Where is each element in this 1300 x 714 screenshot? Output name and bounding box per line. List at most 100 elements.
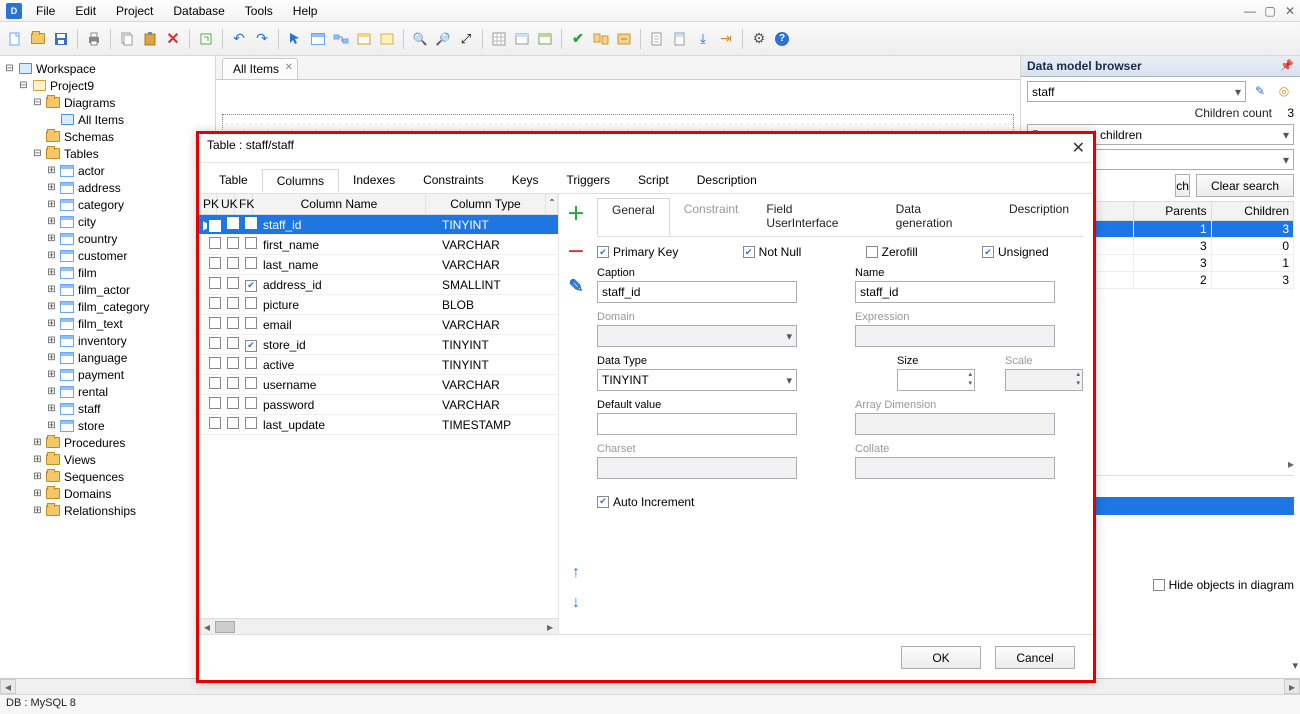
expand-icon[interactable]: ⊞ [46, 403, 57, 414]
search-button[interactable]: ch [1175, 174, 1190, 197]
tree-domains[interactable]: Domains [64, 487, 111, 501]
expand-icon[interactable]: ⊞ [46, 335, 57, 346]
refresh-icon[interactable] [195, 27, 217, 51]
grid1-icon[interactable] [488, 27, 510, 51]
uk-checkbox[interactable] [227, 417, 239, 429]
fk-checkbox[interactable] [245, 377, 257, 389]
ok-button[interactable]: OK [901, 646, 981, 669]
expand-icon[interactable]: ⊞ [46, 182, 57, 193]
fk-checkbox[interactable] [245, 217, 257, 229]
default-input[interactable] [597, 413, 797, 435]
tree-table-city[interactable]: city [78, 215, 96, 229]
column-row[interactable]: email VARCHAR [199, 315, 558, 335]
pk-checkbox[interactable] [209, 397, 221, 409]
fk-checkbox[interactable] [245, 397, 257, 409]
tree-table-film_actor[interactable]: film_actor [78, 283, 130, 297]
expand-icon[interactable]: ⊟ [32, 97, 43, 108]
datatype-select[interactable]: TINYINT [597, 369, 797, 391]
pk-checkbox[interactable] [209, 337, 221, 349]
tree-relationships[interactable]: Relationships [64, 504, 136, 518]
fk-checkbox[interactable] [245, 317, 257, 329]
column-row[interactable]: password VARCHAR [199, 395, 558, 415]
pk-checkbox[interactable] [209, 357, 221, 369]
paste-icon[interactable] [139, 27, 161, 51]
auto-increment-checkbox[interactable]: Auto Increment [597, 495, 694, 509]
primary-key-checkbox[interactable]: Primary Key [597, 245, 713, 259]
tree-table-staff[interactable]: staff [78, 402, 100, 416]
tree-procedures[interactable]: Procedures [64, 436, 125, 450]
remove-column-icon[interactable]: － [567, 238, 585, 264]
pk-checkbox[interactable] [209, 297, 221, 309]
editor-tab-indexes[interactable]: Indexes [339, 169, 409, 193]
check-icon[interactable]: ✔ [567, 27, 589, 51]
pk-checkbox[interactable] [209, 317, 221, 329]
column-row[interactable]: first_name VARCHAR [199, 235, 558, 255]
pointer-icon[interactable] [284, 27, 306, 51]
expand-icon[interactable]: ⊞ [46, 284, 57, 295]
col-type[interactable]: Column Type [426, 194, 546, 214]
fk-checkbox[interactable] [245, 257, 257, 269]
pk-checkbox[interactable] [209, 257, 221, 269]
menu-file[interactable]: File [26, 2, 65, 20]
expand-icon[interactable]: ⊟ [32, 148, 43, 159]
print-icon[interactable] [83, 27, 105, 51]
expand-icon[interactable]: ⊞ [46, 216, 57, 227]
zoom-fit-icon[interactable]: ⤢ [455, 27, 477, 51]
tree-table-inventory[interactable]: inventory [78, 334, 127, 348]
editor-tab-table[interactable]: Table [205, 169, 262, 193]
grid2-icon[interactable] [511, 27, 533, 51]
editor-tab-description[interactable]: Description [683, 169, 771, 193]
close-icon[interactable]: ✕ [1280, 2, 1300, 20]
scroll-right-icon[interactable]: ▸ [1288, 457, 1294, 471]
expand-icon[interactable]: ⊞ [46, 250, 57, 261]
fk-checkbox[interactable] [245, 237, 257, 249]
edit-icon[interactable]: ✎ [1250, 81, 1270, 101]
locate-icon[interactable]: ◎ [1274, 81, 1294, 101]
tree-diagrams[interactable]: Diagrams [64, 96, 115, 110]
maximize-icon[interactable]: ▢ [1260, 2, 1280, 20]
pk-checkbox[interactable] [209, 220, 221, 232]
pk-checkbox[interactable] [209, 277, 221, 289]
editor-tab-columns[interactable]: Columns [262, 169, 339, 193]
editor-tab-keys[interactable]: Keys [498, 169, 553, 193]
editor-tab-script[interactable]: Script [624, 169, 683, 193]
prop-tab-constraint[interactable]: Constraint [670, 198, 753, 236]
not-null-checkbox[interactable]: Not Null [743, 245, 836, 259]
new-icon[interactable] [4, 27, 26, 51]
prop-tab-general[interactable]: General [597, 198, 670, 236]
tree-table-rental[interactable]: rental [78, 385, 108, 399]
tree-table-category[interactable]: category [78, 198, 124, 212]
col-fk[interactable]: FK [235, 194, 253, 214]
h-scrollbar[interactable]: ◂▸ [199, 618, 558, 634]
add-column-icon[interactable]: ＋ [567, 200, 585, 226]
size-input[interactable] [897, 369, 975, 391]
cancel-button[interactable]: Cancel [995, 646, 1075, 669]
column-row[interactable]: active TINYINT [199, 355, 558, 375]
expand-icon[interactable]: ⊞ [46, 352, 57, 363]
expand-icon[interactable]: ⊞ [46, 318, 57, 329]
col-uk[interactable]: UK [217, 194, 235, 214]
expand-icon[interactable]: ⊞ [46, 301, 57, 312]
tree-table-store[interactable]: store [78, 419, 105, 433]
column-row[interactable]: last_update TIMESTAMP [199, 415, 558, 435]
tree-table-film_category[interactable]: film_category [78, 300, 149, 314]
clear-search-button[interactable]: Clear search [1196, 174, 1294, 197]
expand-icon[interactable]: ⊞ [46, 420, 57, 431]
relation-icon[interactable] [330, 27, 352, 51]
uk-checkbox[interactable] [227, 297, 239, 309]
gen2-icon[interactable] [669, 27, 691, 51]
sync-icon[interactable] [613, 27, 635, 51]
expand-icon[interactable]: ⊞ [46, 165, 57, 176]
col-pk[interactable]: PK [199, 194, 217, 214]
prop-tab-description[interactable]: Description [995, 198, 1083, 236]
menu-edit[interactable]: Edit [65, 2, 106, 20]
copy-icon[interactable] [116, 27, 138, 51]
prop-tab-data-generation[interactable]: Data generation [882, 198, 995, 236]
column-row[interactable]: last_name VARCHAR [199, 255, 558, 275]
tree-tables[interactable]: Tables [64, 147, 99, 161]
open-icon[interactable] [27, 27, 49, 51]
collapse-icon[interactable]: ⊟ [18, 80, 29, 91]
expand-icon[interactable]: ⊞ [46, 199, 57, 210]
column-row[interactable]: picture BLOB [199, 295, 558, 315]
move-up-icon[interactable]: ↑ [572, 564, 580, 582]
